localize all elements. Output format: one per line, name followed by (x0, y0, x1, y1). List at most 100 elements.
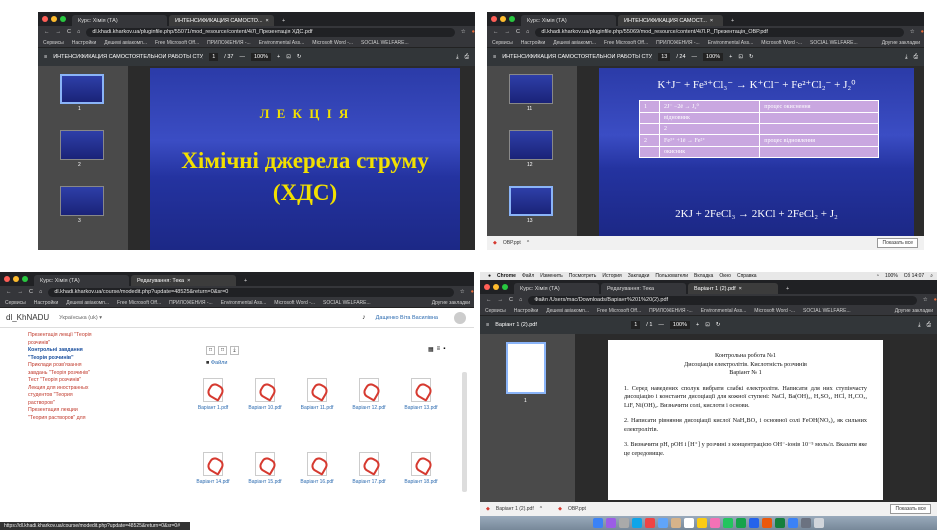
menu-item[interactable]: Справка (737, 273, 757, 279)
appstore-icon[interactable] (788, 518, 798, 528)
finder-icon[interactable] (593, 518, 603, 528)
fit-icon[interactable]: ⊡ (738, 54, 743, 60)
photos-icon[interactable] (710, 518, 720, 528)
fit-icon[interactable]: ⊡ (286, 54, 291, 60)
mail-icon[interactable] (658, 518, 668, 528)
bookmark[interactable]: Free Microsoft Off... (155, 40, 199, 46)
course-index-item[interactable]: Презентация лекции "Теория растворов" дл… (28, 407, 96, 422)
tab-pdf[interactable]: Варіант 1 (2).pdf × (688, 283, 778, 294)
page-thumbnail[interactable] (509, 74, 553, 104)
tab-pdf[interactable]: ИНТЕНСИФИКАЦИЯ САМОСТО... × (169, 15, 274, 26)
bookmark[interactable]: Дешеві авіакомп... (66, 300, 109, 306)
course-index-item[interactable]: Лекция для иностранных студентов "Теория… (28, 385, 96, 408)
menu-icon[interactable]: ≡ (44, 54, 47, 60)
file-item[interactable]: Варіант 18.pdf (404, 452, 438, 492)
close-icon[interactable]: × (266, 18, 269, 24)
tree-view-icon[interactable]: ▪ (443, 346, 445, 353)
download-icon[interactable]: ⤓ (230, 346, 239, 355)
calendar-icon[interactable] (684, 518, 694, 528)
zoom-in-icon[interactable]: + (729, 54, 732, 60)
course-index-item[interactable]: Контрольні завдання "Теорія розчинів" (28, 347, 96, 362)
bookmark[interactable]: SOCIAL WELFARE... (361, 40, 409, 46)
chevron-up-icon[interactable]: ^ (527, 240, 529, 246)
zoom-input[interactable]: 100% (703, 53, 724, 61)
reload-icon[interactable]: C (516, 29, 520, 35)
bookmark[interactable]: Environmental Ass... (259, 40, 305, 46)
menu-icon[interactable]: ≡ (493, 54, 496, 60)
menu-item[interactable]: Пользователи (655, 273, 688, 279)
page-thumbnail[interactable] (60, 186, 104, 216)
print-icon[interactable]: ⎙ (914, 54, 918, 61)
contacts-icon[interactable] (671, 518, 681, 528)
rotate-icon[interactable]: ↻ (297, 54, 302, 60)
bookmark[interactable]: Free Microsoft Off... (597, 308, 641, 314)
grid-view-icon[interactable]: ▦ (428, 346, 434, 353)
trash-icon[interactable] (814, 518, 824, 528)
print-icon[interactable]: ⎙ (927, 322, 931, 329)
bookmark[interactable]: Microsoft Word -... (312, 40, 353, 46)
bookmark[interactable]: SOCIAL WELFARE... (810, 40, 858, 46)
zoom-input[interactable]: 100% (669, 321, 690, 329)
bell-icon[interactable]: ♪ (362, 314, 366, 321)
download-item[interactable]: ОВР.ppt (568, 506, 586, 512)
excel-icon[interactable] (775, 518, 785, 528)
page-input[interactable]: 13 (658, 53, 671, 61)
bookmark[interactable]: Настройки (521, 40, 546, 46)
new-tab-button[interactable]: + (780, 283, 795, 294)
file-item[interactable]: Варіант 16.pdf (300, 452, 334, 492)
star-icon[interactable]: ☆ (460, 289, 465, 295)
star-icon[interactable]: ☆ (461, 29, 466, 35)
tab-edit-folder[interactable]: Редагування: Тека × (131, 275, 236, 286)
apple-icon[interactable]: ● (488, 273, 491, 279)
zoom-out-icon[interactable]: — (658, 322, 664, 328)
url-input[interactable]: dl.khadi.kharkov.ua/course/modedit.php?u… (48, 287, 454, 297)
bookmark[interactable]: Free Microsoft Off... (604, 40, 648, 46)
language-menu[interactable]: Українська (uk) ▾ (59, 315, 102, 321)
menu-icon[interactable]: ≡ (486, 322, 489, 328)
page-thumbnail[interactable] (60, 130, 104, 160)
tab-course[interactable]: Курс: Хімія (ТА) (521, 15, 616, 26)
search-icon[interactable]: ⌕ (930, 273, 933, 279)
window-controls[interactable] (42, 12, 66, 26)
url-input[interactable]: dl.khadi.kharkov.ua/pluginfile.php/55071… (86, 27, 455, 37)
home-icon[interactable]: ⌂ (519, 297, 522, 303)
print-icon[interactable]: ⎙ (465, 54, 469, 61)
bookmark[interactable]: Дешеві авіакомп... (553, 40, 596, 46)
tab-course[interactable]: Курс: Хімія (ТА) (34, 275, 129, 286)
breadcrumb-files[interactable]: Файли (211, 360, 228, 366)
reload-icon[interactable]: C (509, 297, 513, 303)
page-input[interactable]: 1 (631, 321, 641, 329)
bookmark[interactable]: Дешеві авіакомп... (546, 308, 589, 314)
forward-icon[interactable]: → (505, 29, 511, 35)
new-tab-button[interactable]: + (725, 15, 740, 26)
forward-icon[interactable]: → (56, 29, 62, 35)
messages-icon[interactable] (723, 518, 733, 528)
safari-icon[interactable] (632, 518, 642, 528)
bookmark[interactable]: ПРИЛОЖЕНИЯ -... (207, 40, 251, 46)
url-input[interactable]: dl.khadi.kharkov.ua/pluginfile.php/55069… (535, 27, 904, 37)
file-item[interactable]: Варіант 17.pdf (352, 452, 386, 492)
other-bookmarks[interactable]: Другие закладки (432, 300, 470, 306)
bookmark[interactable]: Microsoft Word -... (274, 300, 315, 306)
forward-icon[interactable]: → (498, 297, 504, 303)
other-bookmarks[interactable]: Другие закладки (882, 40, 920, 46)
new-tab-button[interactable]: + (276, 15, 291, 26)
window-controls[interactable] (491, 12, 515, 26)
page-input[interactable]: 1 (209, 53, 219, 61)
download-icon[interactable]: ⤓ (918, 322, 920, 329)
download-icon[interactable]: ⤓ (456, 54, 458, 61)
back-icon[interactable]: ← (486, 297, 492, 303)
settings-icon[interactable] (801, 518, 811, 528)
page-thumbnail[interactable] (60, 74, 104, 104)
bookmark[interactable]: Дешеві авіакомп... (104, 40, 147, 46)
facetime-icon[interactable] (736, 518, 746, 528)
bookmark[interactable]: Сервисы (492, 40, 513, 46)
menu-item[interactable]: Посмотреть (569, 273, 597, 279)
other-bookmarks[interactable]: Другие закладки (895, 308, 933, 314)
page-thumbnail[interactable] (509, 130, 553, 160)
tab-edit-folder[interactable]: Редагування: Тека (601, 283, 686, 294)
powerpoint-icon[interactable] (762, 518, 772, 528)
bookmark[interactable]: ПРИЛОЖЕНИЯ -... (169, 300, 213, 306)
file-item[interactable]: Варіант 1.pdf (196, 378, 230, 418)
page-thumbnail[interactable] (509, 186, 553, 216)
